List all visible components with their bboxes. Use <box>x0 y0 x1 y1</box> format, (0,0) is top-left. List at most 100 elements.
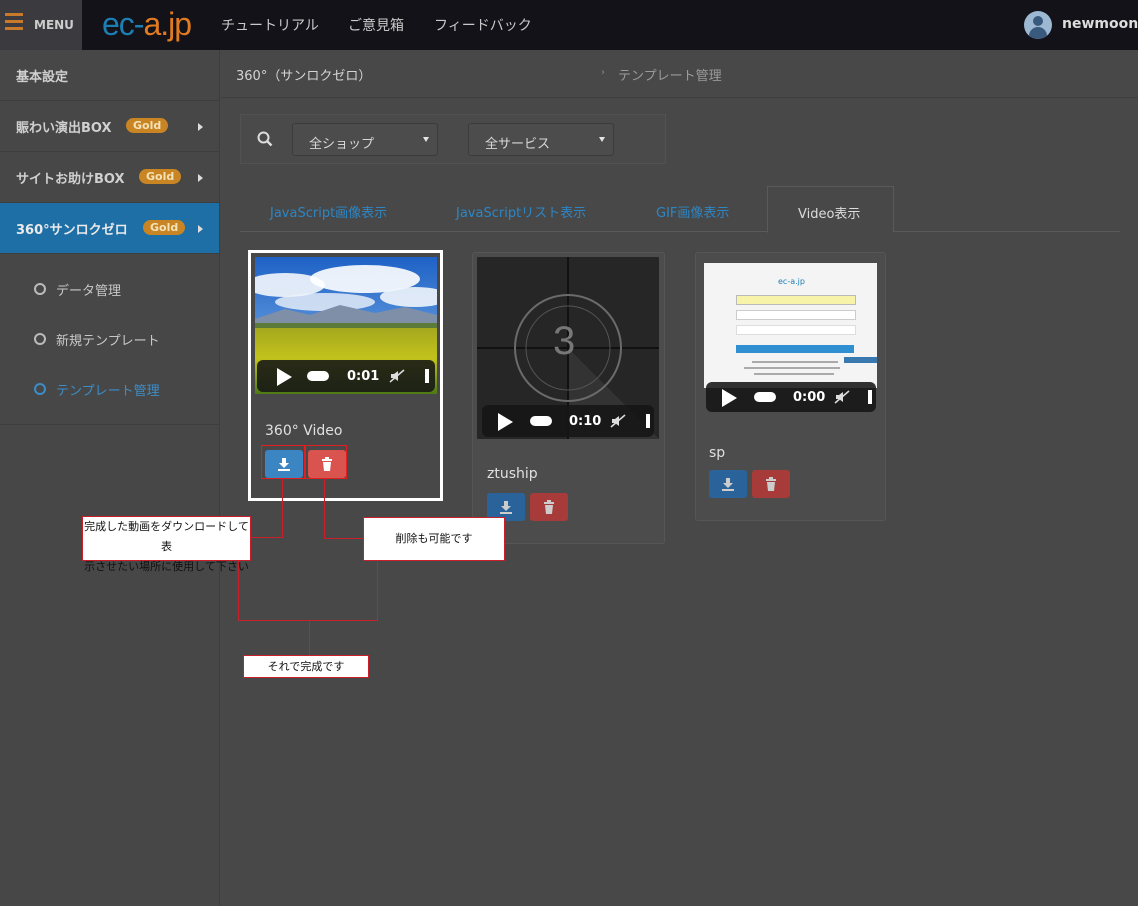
video-time: 0:01 <box>347 369 380 384</box>
video-time: 0:10 <box>569 414 602 429</box>
sidebar-divider <box>0 424 219 425</box>
breadcrumb-current: テンプレート管理 <box>618 69 722 84</box>
mute-icon[interactable] <box>834 390 850 404</box>
nav-feedback[interactable]: フィードバック <box>434 15 532 35</box>
download-annotation: 完成した動画をダウンロードして表 示させたい場所に使用して下さい <box>82 516 251 573</box>
login-preview-thumbnail: ec-a.jp <box>704 263 877 388</box>
tab-video[interactable]: Video表示 <box>767 186 894 233</box>
countdown-number: 3 <box>553 319 576 363</box>
circle-icon <box>34 283 46 295</box>
chevron-down-icon <box>599 137 605 142</box>
tab-label: JavaScriptリスト表示 <box>456 206 587 221</box>
video-controls: 0:10 <box>482 405 654 437</box>
tab-underline <box>240 231 1120 232</box>
video-controls: 0:00 <box>706 382 876 412</box>
sidebar-item-label: 基本設定 <box>16 70 69 85</box>
trash-icon <box>766 477 776 491</box>
circle-icon <box>34 383 46 395</box>
nav-suggestion-box[interactable]: ご意見箱 <box>348 15 404 35</box>
logo-part-ec: ec- <box>102 6 144 42</box>
subitem-label: データ管理 <box>56 284 122 299</box>
breadcrumb: 360°（サンロクゼロ） › テンプレート管理 <box>220 51 1138 98</box>
video-card-sp: ec-a.jp 0:00 sp <box>695 252 886 521</box>
preview-logo: ec-a.jp <box>778 277 805 286</box>
annotation-text-line-1: 完成した動画をダウンロードして表 <box>84 520 249 553</box>
sidebar-item-label: 360°サンロクゼロ <box>16 223 128 238</box>
mute-icon[interactable] <box>389 369 405 383</box>
card-title: 360° Video <box>265 423 343 439</box>
trash-icon <box>544 500 554 514</box>
menu-label: MENU <box>34 18 74 32</box>
user-avatar-icon[interactable] <box>1024 11 1052 39</box>
sidebar-item-label: 賑わい演出BOX <box>16 121 112 136</box>
video-controls: 0:01 <box>257 360 435 392</box>
delete-button[interactable] <box>752 470 790 498</box>
download-icon <box>722 478 734 491</box>
annotation-line <box>324 538 364 539</box>
logo-part-jp: jp <box>168 6 192 42</box>
tab-label: GIF画像表示 <box>656 206 730 221</box>
hamburger-icon <box>5 13 23 16</box>
annotation-text-line-2: 示させたい場所に使用して下さい <box>84 560 249 573</box>
shop-select-value: 全ショップ <box>309 137 375 152</box>
video-player[interactable]: 3 0:10 <box>477 257 659 439</box>
card-title: sp <box>709 445 726 461</box>
sidebar-item-nigiwai-box[interactable]: 賑わい演出BOX Gold <box>0 101 219 152</box>
filter-bar: 全ショップ 全サービス <box>240 114 666 164</box>
done-annotation: それで完成です <box>243 655 369 678</box>
chevron-down-icon <box>423 137 429 142</box>
annotation-line <box>249 537 283 538</box>
subitem-label: テンプレート管理 <box>56 384 160 399</box>
shop-select[interactable]: 全ショップ <box>292 123 438 156</box>
video-player[interactable]: ec-a.jp 0:00 <box>704 263 877 413</box>
video-card-ztuship: 3 0:10 ztuship <box>472 252 665 544</box>
fullscreen-icon[interactable] <box>425 369 429 383</box>
card-title: ztuship <box>487 466 538 482</box>
tab-js-image[interactable]: JavaScript画像表示 <box>270 186 410 231</box>
nav-tutorial[interactable]: チュートリアル <box>221 15 319 35</box>
breadcrumb-separator: › <box>601 67 605 78</box>
video-time: 0:00 <box>793 390 826 405</box>
search-icon[interactable] <box>257 131 273 147</box>
tab-js-list[interactable]: JavaScriptリスト表示 <box>456 186 606 231</box>
caret-right-icon <box>198 174 203 182</box>
circle-icon <box>34 333 46 345</box>
sidebar-item-360-sanrokuzero[interactable]: 360°サンロクゼロ Gold <box>0 203 219 254</box>
volume-slider[interactable] <box>307 371 329 381</box>
annotation-line <box>282 478 283 537</box>
video-player[interactable]: 0:01 <box>255 257 437 394</box>
breadcrumb-root[interactable]: 360°（サンロクゼロ） <box>236 65 371 84</box>
caret-right-icon <box>198 225 203 233</box>
username[interactable]: newmoon <box>1062 16 1138 32</box>
delete-highlight-box <box>304 445 347 479</box>
annotation-line <box>324 478 325 538</box>
fullscreen-icon[interactable] <box>646 414 650 428</box>
play-icon[interactable] <box>722 389 737 407</box>
tab-gif-image[interactable]: GIF画像表示 <box>656 186 746 231</box>
delete-button[interactable] <box>530 493 568 521</box>
fullscreen-icon[interactable] <box>868 390 872 404</box>
logo[interactable]: ec-a.jp <box>102 4 192 44</box>
annotation-line <box>238 620 378 621</box>
play-icon[interactable] <box>277 368 292 386</box>
download-highlight-box <box>261 445 306 479</box>
menu-button[interactable]: MENU <box>0 0 82 50</box>
download-button[interactable] <box>709 470 747 498</box>
gold-badge: Gold <box>126 118 169 133</box>
volume-slider[interactable] <box>754 392 776 402</box>
sidebar-item-basic-settings[interactable]: 基本設定 <box>0 50 219 101</box>
caret-right-icon <box>198 123 203 131</box>
subitem-label: 新規テンプレート <box>56 334 160 349</box>
tab-label: JavaScript画像表示 <box>270 206 388 221</box>
volume-slider[interactable] <box>530 416 552 426</box>
sidebar-item-label: サイトお助けBOX <box>16 172 125 187</box>
gold-badge: Gold <box>139 169 182 184</box>
annotation-line <box>309 620 310 655</box>
mute-icon[interactable] <box>610 414 626 428</box>
delete-annotation: 削除も可能です <box>363 517 505 561</box>
logo-part-a: a. <box>143 6 169 42</box>
gold-badge: Gold <box>143 220 186 235</box>
sidebar-item-site-help-box[interactable]: サイトお助けBOX Gold <box>0 152 219 203</box>
service-select[interactable]: 全サービス <box>468 123 614 156</box>
play-icon[interactable] <box>498 413 513 431</box>
